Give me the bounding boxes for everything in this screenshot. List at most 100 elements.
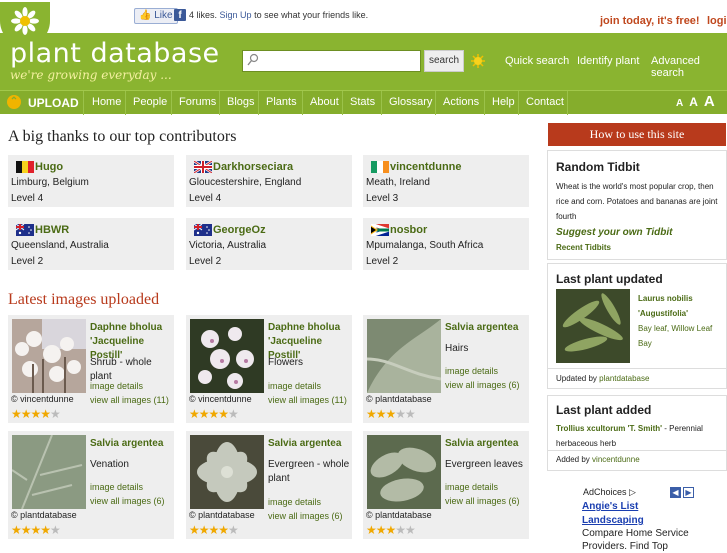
last-added-title: Last plant added: [556, 403, 652, 417]
star-rating[interactable]: ★★★★★: [189, 523, 239, 537]
nav-actions[interactable]: Actions: [443, 96, 479, 108]
daphne-flowers-thumbnail[interactable]: [190, 319, 264, 393]
contributor-level: Level 3: [366, 193, 399, 204]
australia-flag-icon: [16, 224, 34, 236]
nav-about[interactable]: About: [310, 96, 339, 108]
salvia-rosette-thumbnail[interactable]: [190, 435, 264, 509]
contributor-name[interactable]: GeorgeOz: [213, 224, 266, 236]
font-small-button[interactable]: A: [676, 98, 683, 109]
salvia-venation-thumbnail[interactable]: [12, 435, 86, 509]
view-all-images-link[interactable]: view all images (6): [445, 380, 520, 390]
view-all-images-link[interactable]: view all images (6): [445, 496, 520, 506]
image-details-link[interactable]: image details: [268, 381, 321, 391]
advanced-search-link[interactable]: Advanced search: [651, 55, 727, 79]
ad-choices-label[interactable]: AdChoices ▷: [583, 487, 636, 498]
nav-blogs[interactable]: Blogs: [227, 96, 255, 108]
sun-icon[interactable]: [471, 54, 485, 68]
likes-rest: to see what your friends like.: [254, 10, 369, 20]
facebook-signup-link[interactable]: Sign Up: [220, 10, 252, 20]
image-card: Salvia argentea Evergreen leaves image d…: [363, 431, 529, 539]
nav-divider: [381, 91, 382, 115]
nav-divider: [258, 91, 259, 115]
nav-home[interactable]: Home: [92, 96, 121, 108]
nav-divider: [219, 91, 220, 115]
view-all-images-link[interactable]: view all images (11): [268, 395, 347, 405]
image-title[interactable]: Salvia argentea: [268, 437, 341, 451]
nav-forums[interactable]: Forums: [179, 96, 216, 108]
facebook-icon: f: [174, 9, 186, 21]
image-title[interactable]: Salvia argentea: [90, 437, 163, 451]
upload-button[interactable]: UPLOAD: [28, 96, 79, 110]
last-added-box: Last plant added Trollius xcultorum 'T. …: [547, 395, 727, 471]
ad-prev-icon[interactable]: ◀: [670, 487, 681, 498]
added-plant-link[interactable]: Trollius xcultorum 'T. Smith': [556, 424, 662, 433]
image-description: Venation: [90, 459, 129, 470]
view-all-images-link[interactable]: view all images (6): [90, 496, 165, 506]
view-all-images-link[interactable]: view all images (11): [90, 395, 169, 405]
laurus-thumbnail[interactable]: [556, 289, 630, 363]
nav-divider: [342, 91, 343, 115]
how-to-use-button[interactable]: How to use this site: [548, 123, 726, 146]
last-updated-title: Last plant updated: [556, 272, 663, 286]
star-rating[interactable]: ★★★★★: [366, 523, 416, 537]
contributor-name[interactable]: Hugo: [35, 161, 63, 173]
nav-stats[interactable]: Stats: [350, 96, 375, 108]
star-rating[interactable]: ★★★★★: [366, 407, 416, 421]
quick-search-link[interactable]: Quick search: [505, 55, 569, 67]
contributor-location: Victoria, Australia: [189, 240, 267, 251]
image-details-link[interactable]: image details: [445, 482, 498, 492]
salvia-leaves-thumbnail[interactable]: [367, 435, 441, 509]
updated-by-user-link[interactable]: plantdatabase: [599, 374, 649, 383]
font-size-controls: AAA: [676, 93, 721, 111]
font-medium-button[interactable]: A: [689, 95, 698, 109]
daphne-shrub-thumbnail[interactable]: [12, 319, 86, 393]
search-button[interactable]: search: [424, 50, 464, 72]
image-description: Evergreen - whole plant: [268, 459, 350, 484]
upload-icon[interactable]: ⌃: [7, 95, 21, 109]
login-link[interactable]: login: [707, 15, 727, 27]
view-all-images-link[interactable]: view all images (6): [268, 511, 343, 521]
image-card: Daphne bholua 'Jacqueline Postill' Shrub …: [8, 315, 174, 423]
added-plant-text: Trollius xcultorum 'T. Smith' - Perennia…: [556, 424, 703, 448]
contributor-name[interactable]: HBWR: [35, 224, 69, 236]
updated-plant-name[interactable]: Laurus nobilis 'Augustifolia': [638, 291, 693, 321]
search-input[interactable]: [242, 50, 421, 72]
ad-title-link[interactable]: Angie's List Landscaping: [582, 500, 644, 528]
contributor-name[interactable]: nosbor: [390, 224, 427, 236]
ad-next-icon[interactable]: ▶: [683, 487, 694, 498]
image-details-link[interactable]: image details: [268, 497, 321, 507]
nav-help[interactable]: Help: [492, 96, 515, 108]
image-details-link[interactable]: image details: [445, 366, 498, 376]
contributor-name[interactable]: vincentdunne: [390, 161, 462, 173]
contributor-card: vincentdunne Meath, Ireland Level 3: [363, 155, 529, 207]
nav-contact[interactable]: Contact: [526, 96, 564, 108]
facebook-like-button[interactable]: 👍 Like: [134, 8, 178, 24]
image-credit: © plantdatabase: [366, 510, 432, 520]
nav-people[interactable]: People: [133, 96, 167, 108]
join-link[interactable]: join today, it's free!: [600, 15, 700, 27]
image-title[interactable]: Salvia argentea: [445, 321, 518, 335]
star-rating[interactable]: ★★★★★: [11, 407, 61, 421]
star-rating[interactable]: ★★★★★: [189, 407, 239, 421]
search-icon: [247, 53, 259, 66]
suggest-tidbit-link[interactable]: Suggest your own Tidbit: [556, 227, 672, 238]
image-details-link[interactable]: image details: [90, 482, 143, 492]
star-rating[interactable]: ★★★★★: [11, 523, 61, 537]
nav-plants[interactable]: Plants: [266, 96, 297, 108]
image-details-link[interactable]: image details: [90, 381, 143, 391]
image-title[interactable]: Salvia argentea: [445, 437, 518, 451]
nav-glossary[interactable]: Glossary: [389, 96, 432, 108]
identify-plant-link[interactable]: Identify plant: [577, 55, 639, 67]
site-name[interactable]: plant database: [10, 38, 220, 69]
nav-divider: [518, 91, 519, 115]
nav-divider: [435, 91, 436, 115]
added-by-user-link[interactable]: vincentdunne: [592, 455, 640, 464]
recent-tidbits-link[interactable]: Recent Tidbits: [556, 243, 611, 252]
contributor-name[interactable]: Darkhorseciara: [213, 161, 293, 173]
font-large-button[interactable]: A: [704, 93, 715, 110]
salvia-hairs-thumbnail[interactable]: [367, 319, 441, 393]
image-credit: © plantdatabase: [366, 394, 432, 404]
updated-plant-common-names[interactable]: Bay leaf, Willow Leaf Bay: [638, 321, 712, 351]
belgium-flag-icon: [16, 161, 34, 173]
ad-text: Compare Home Service Providers. Find Top: [582, 528, 689, 552]
